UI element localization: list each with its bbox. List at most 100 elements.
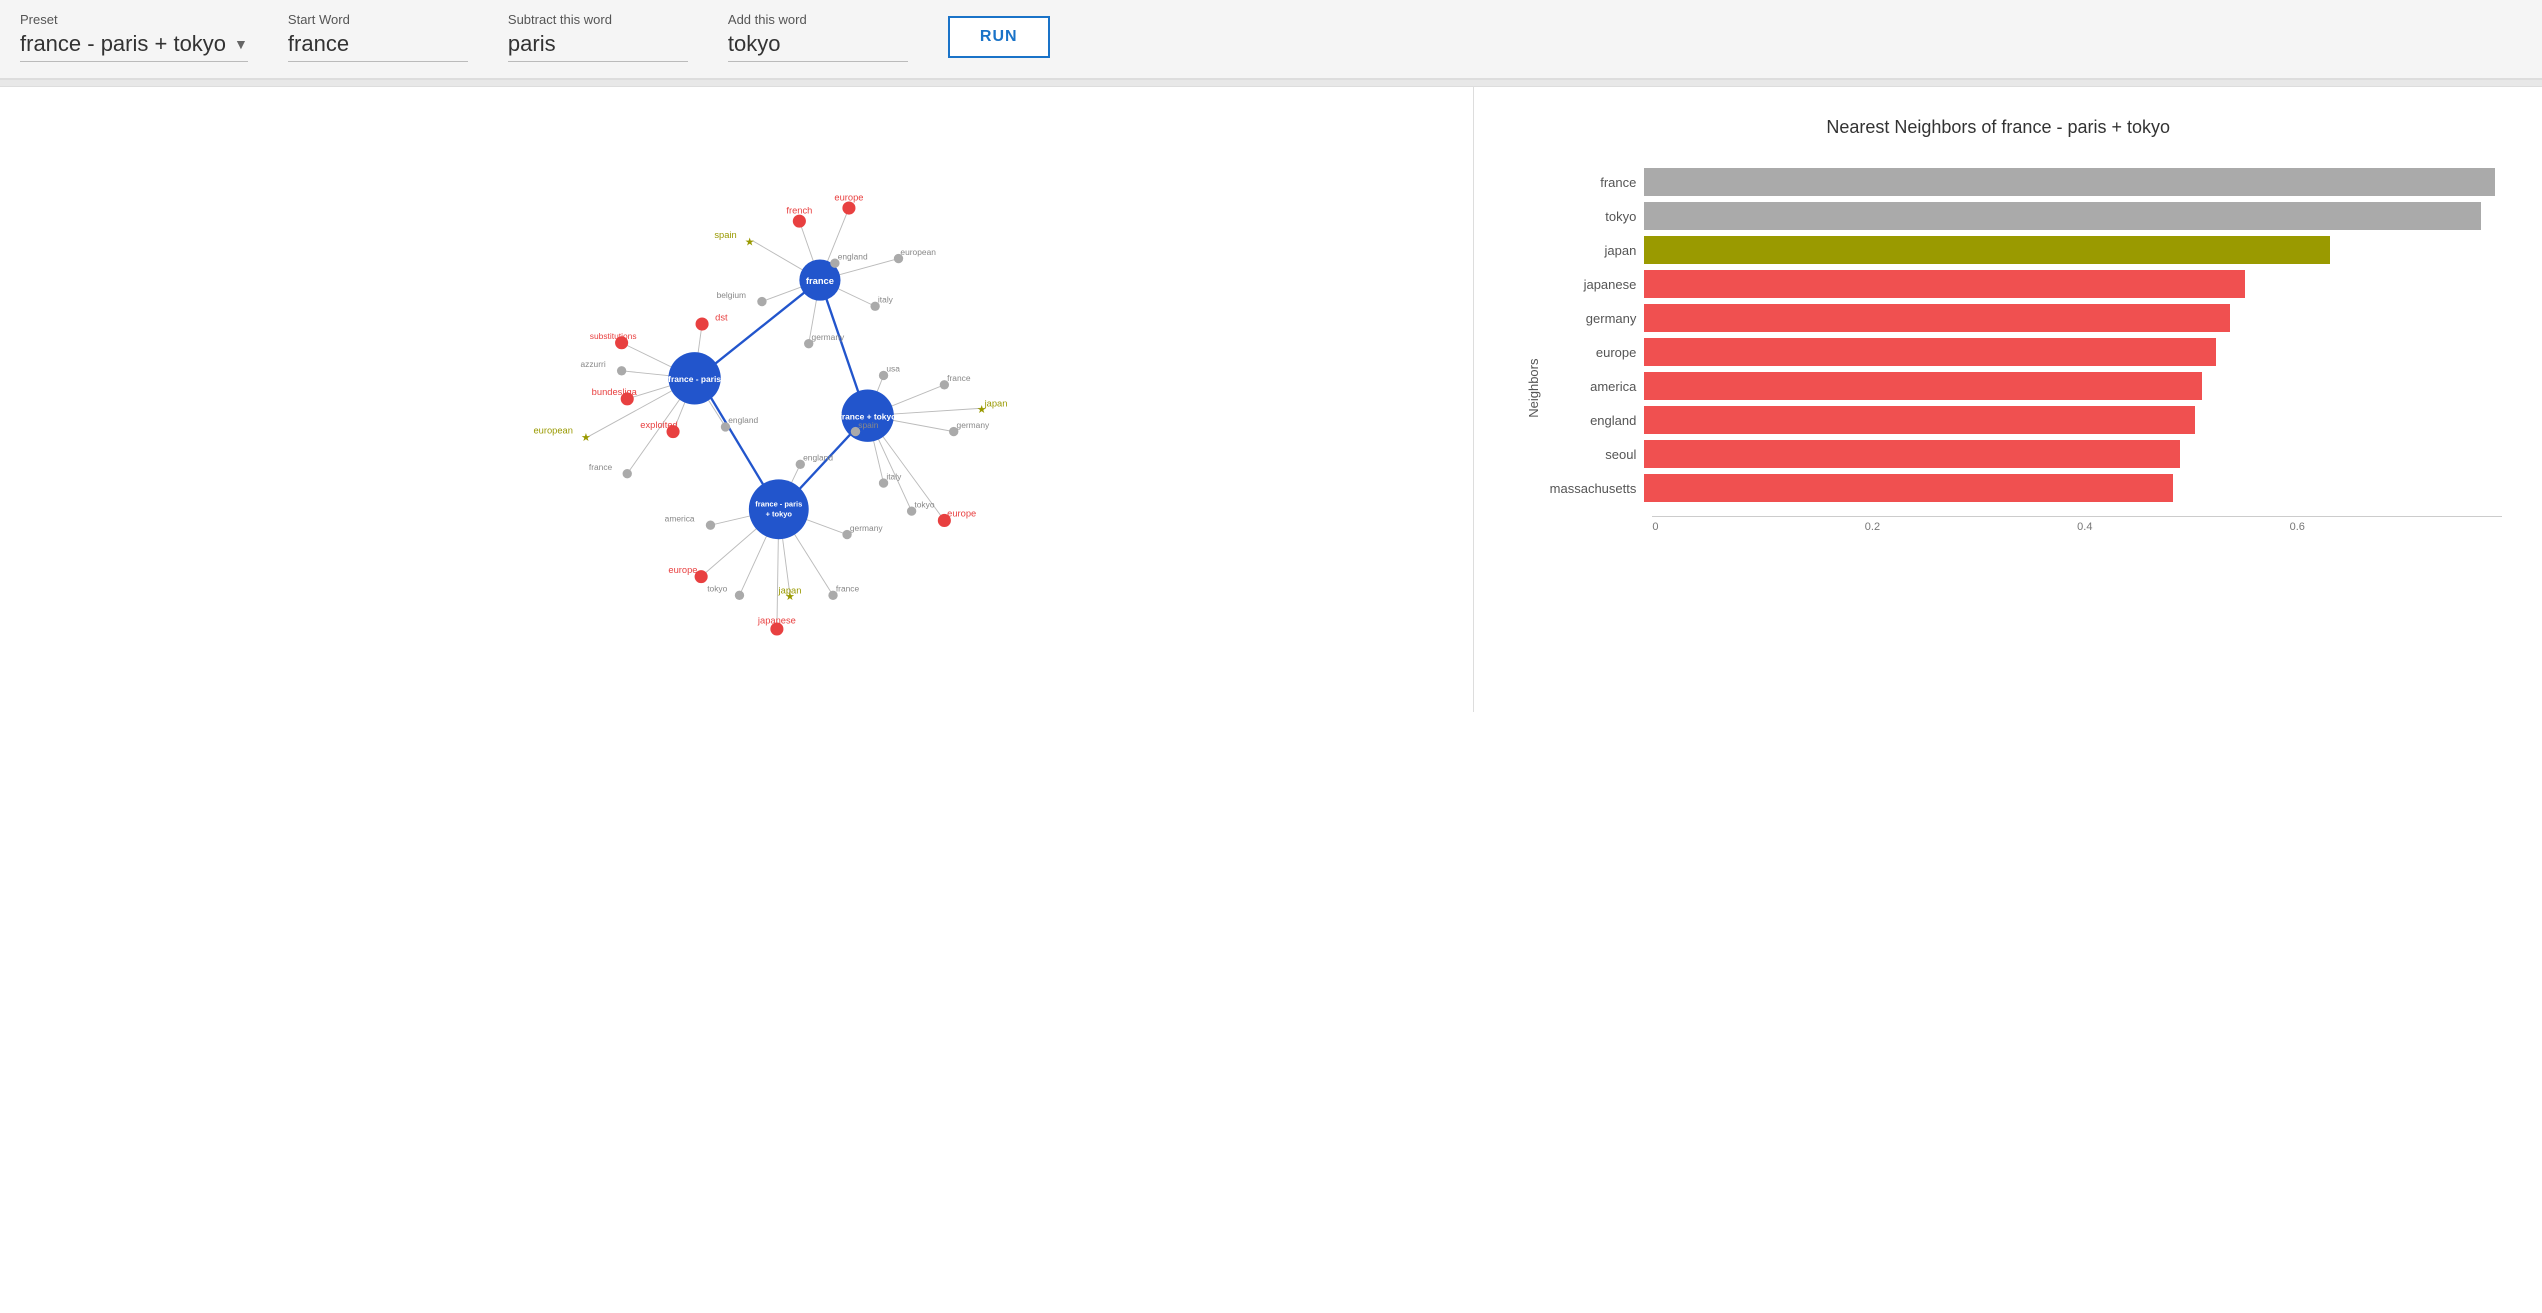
svg-text:european: european <box>533 425 573 435</box>
bar-container <box>1644 440 2502 468</box>
bar-fill <box>1644 338 2216 366</box>
svg-text:italy: italy <box>878 295 894 305</box>
chart-title: Nearest Neighbors of france - paris + to… <box>1494 117 2502 138</box>
x-axis: 00.20.40.6 <box>1652 516 2502 533</box>
graph-panel: france france - paris france + tokyo fra… <box>0 87 1474 712</box>
add-word-label: Add this word <box>728 12 908 27</box>
svg-text:europe: europe <box>834 193 863 203</box>
bar-container <box>1644 372 2502 400</box>
bar-container <box>1644 270 2502 298</box>
bar-fill <box>1644 474 2173 502</box>
bar-container <box>1644 474 2502 502</box>
svg-text:usa: usa <box>886 364 900 374</box>
svg-text:bundesliga: bundesliga <box>592 387 638 397</box>
svg-text:tokyo: tokyo <box>914 499 934 509</box>
svg-text:european: european <box>900 247 936 257</box>
svg-text:★: ★ <box>745 236 755 248</box>
bar-row: japan <box>1534 236 2502 264</box>
bar-container <box>1644 338 2502 366</box>
add-word-input[interactable]: tokyo <box>728 31 908 62</box>
svg-text:+ tokyo: + tokyo <box>766 510 793 519</box>
svg-text:japanese: japanese <box>757 615 796 625</box>
bar-fill <box>1644 270 2244 298</box>
bar-label: tokyo <box>1534 209 1644 224</box>
word-vector-graph: france france - paris france + tokyo fra… <box>20 107 1453 687</box>
bar-row: england <box>1534 406 2502 434</box>
divider <box>0 79 2542 87</box>
svg-text:dst: dst <box>715 312 728 322</box>
svg-text:substitutions: substitutions <box>590 331 637 341</box>
bar-row: america <box>1534 372 2502 400</box>
bar-row: japanese <box>1534 270 2502 298</box>
bar-fill <box>1644 406 2194 434</box>
preset-group: Preset france - paris + tokyo ▼ <box>20 12 248 62</box>
bar-row: germany <box>1534 304 2502 332</box>
chart-inner: Neighbors francetokyojapanjapanesegerman… <box>1534 168 2502 533</box>
subtract-word-label: Subtract this word <box>508 12 688 27</box>
svg-text:england: england <box>728 415 758 425</box>
start-word-input[interactable]: france <box>288 31 468 62</box>
svg-text:england: england <box>803 453 833 463</box>
bar-fill <box>1644 168 2494 196</box>
svg-text:france: france <box>589 462 613 472</box>
svg-text:america: america <box>665 513 695 523</box>
bar-chart: france tokyo japan japanese germany europe ame… <box>1534 168 2502 508</box>
svg-text:exploited: exploited <box>640 420 677 430</box>
svg-text:england: england <box>838 251 868 261</box>
svg-text:★: ★ <box>581 432 591 444</box>
svg-text:france - paris: france - paris <box>668 374 721 384</box>
bar-fill <box>1644 236 2330 264</box>
bar-container <box>1644 236 2502 264</box>
svg-text:tokyo: tokyo <box>707 584 727 594</box>
svg-text:azzurri: azzurri <box>580 359 605 369</box>
svg-text:france: france <box>947 373 971 383</box>
start-word-label: Start Word <box>288 12 468 27</box>
bar-row: seoul <box>1534 440 2502 468</box>
preset-select[interactable]: france - paris + tokyo ▼ <box>20 31 248 62</box>
bar-label: england <box>1534 413 1644 428</box>
preset-label: Preset <box>20 12 248 27</box>
bar-row: france <box>1534 168 2502 196</box>
bar-fill <box>1644 202 2480 230</box>
svg-text:japan: japan <box>778 585 802 595</box>
svg-text:france - paris: france - paris <box>755 499 802 508</box>
bar-label: japan <box>1534 243 1644 258</box>
bar-row: massachusetts <box>1534 474 2502 502</box>
bar-fill <box>1644 440 2180 468</box>
bar-label: america <box>1534 379 1644 394</box>
run-button[interactable]: RUN <box>948 16 1050 58</box>
bar-row: tokyo <box>1534 202 2502 230</box>
x-tick: 0 <box>1652 517 1864 533</box>
top-bar: Preset france - paris + tokyo ▼ Start Wo… <box>0 0 2542 79</box>
svg-text:italy: italy <box>886 471 902 481</box>
chart-panel: Nearest Neighbors of france - paris + to… <box>1474 87 2542 712</box>
bar-label: massachusetts <box>1534 481 1644 496</box>
svg-text:spain: spain <box>714 230 736 240</box>
bar-container <box>1644 168 2502 196</box>
svg-text:belgium: belgium <box>717 290 746 300</box>
svg-text:europe: europe <box>668 565 697 575</box>
y-axis-label: Neighbors <box>1526 358 1541 417</box>
subtract-word-group: Subtract this word paris <box>508 12 688 62</box>
bar-label: germany <box>1534 311 1644 326</box>
bar-container <box>1644 304 2502 332</box>
subtract-word-input[interactable]: paris <box>508 31 688 62</box>
start-word-group: Start Word france <box>288 12 468 62</box>
bar-fill <box>1644 372 2201 400</box>
bar-container <box>1644 406 2502 434</box>
x-tick: 0.2 <box>1865 517 2077 533</box>
svg-text:europe: europe <box>947 509 976 519</box>
bar-label: europe <box>1534 345 1644 360</box>
preset-value-text: france - paris + tokyo <box>20 31 226 57</box>
bar-row: europe <box>1534 338 2502 366</box>
main-content: france france - paris france + tokyo fra… <box>0 87 2542 712</box>
x-tick: 0.4 <box>2077 517 2289 533</box>
bar-label: france <box>1534 175 1644 190</box>
bar-container <box>1644 202 2502 230</box>
x-tick: 0.6 <box>2290 517 2502 533</box>
controls-row: Preset france - paris + tokyo ▼ Start Wo… <box>20 12 2522 78</box>
svg-text:france: france <box>836 584 860 594</box>
svg-text:france: france <box>806 276 834 286</box>
bar-fill <box>1644 304 2230 332</box>
svg-text:germany: germany <box>850 523 884 533</box>
